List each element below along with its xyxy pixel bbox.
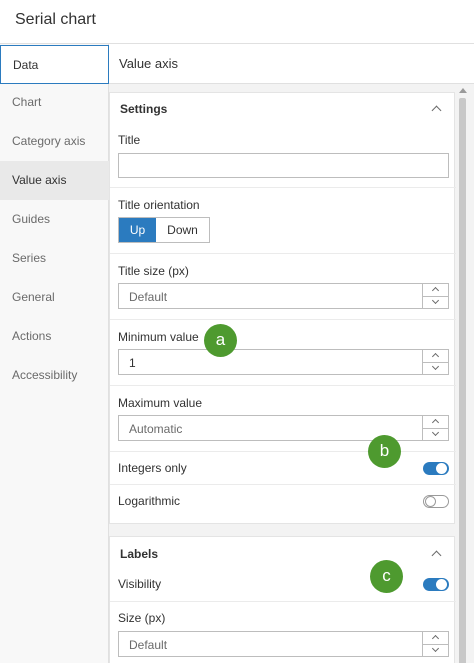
chevron-down-icon [431,644,440,653]
minimum-value: 1 [129,356,136,370]
chevron-down-icon [431,362,440,371]
size-stepper[interactable] [422,632,448,656]
title-orientation-toggle: Up Down [118,217,210,243]
callout-marker-a: a [204,324,237,357]
switch-knob [436,463,447,474]
orientation-up-button[interactable]: Up [119,218,156,242]
divider [110,385,456,386]
divider [110,484,456,485]
minimum-value-label: Minimum value [118,330,199,344]
visibility-switch[interactable] [423,578,449,591]
window-title: Serial chart [15,11,96,28]
logarithmic-switch[interactable] [423,495,449,508]
nav-item-data[interactable]: Data [0,45,109,84]
size-field[interactable]: Default [118,631,449,657]
orientation-down-button[interactable]: Down [156,218,209,242]
panel-title: Value axis [119,56,179,71]
title-size-label: Title size (px) [118,264,189,278]
nav-item-value-axis[interactable]: Value axis [0,161,109,200]
main-panel: Value axis Settings Title Title orientat… [109,44,474,663]
visibility-label: Visibility [118,577,162,591]
callout-marker-c: c [370,560,403,593]
maximum-value-placeholder: Automatic [129,422,183,436]
labels-card: Labels Visibility Size (px) Default [109,536,456,663]
decrement-button[interactable] [423,362,448,374]
maximum-value-field[interactable]: Automatic [118,415,449,441]
chevron-down-icon [431,296,440,305]
settings-card: Settings Title Title orientation Up Down… [109,92,456,524]
switch-knob [436,579,447,590]
collapse-chevron-icon[interactable] [431,550,442,561]
chevron-up-icon [431,352,440,361]
integers-only-label: Integers only [118,461,187,475]
decrement-button[interactable] [423,428,448,440]
title-input[interactable] [118,153,449,178]
increment-button[interactable] [423,350,448,362]
labels-card-title: Labels [120,547,159,561]
minimum-value-field[interactable]: 1 [118,349,449,375]
nav-item-series[interactable]: Series [0,239,109,278]
title-orientation-label: Title orientation [118,198,200,212]
scroll-up-icon[interactable] [459,88,467,93]
divider [110,253,456,254]
scrollbar-thumb[interactable] [459,98,466,663]
nav-item-category-axis[interactable]: Category axis [0,122,109,161]
collapse-chevron-icon[interactable] [431,105,442,116]
decrement-button[interactable] [423,644,448,656]
divider [110,187,456,188]
chevron-down-icon [431,428,440,437]
maximum-value-stepper[interactable] [422,416,448,440]
title-bar: Serial chart [0,0,474,44]
divider [110,451,456,452]
callout-marker-b: b [368,435,401,468]
scrollbar[interactable] [456,86,468,663]
increment-button[interactable] [423,284,448,296]
nav-item-general[interactable]: General [0,278,109,317]
divider [110,319,456,320]
chevron-up-icon [431,634,440,643]
title-size-stepper[interactable] [422,284,448,308]
size-label: Size (px) [118,611,166,625]
nav-item-chart[interactable]: Chart [0,83,109,122]
title-label: Title [118,133,141,147]
settings-card-title: Settings [120,102,168,116]
increment-button[interactable] [423,632,448,644]
decrement-button[interactable] [423,296,448,308]
chevron-up-icon [431,286,440,295]
nav-item-guides[interactable]: Guides [0,200,109,239]
switch-knob [425,496,436,507]
increment-button[interactable] [423,416,448,428]
maximum-value-label: Maximum value [118,396,203,410]
panel-header: Value axis [109,44,474,84]
integers-only-switch[interactable] [423,462,449,475]
divider [110,601,456,602]
size-placeholder: Default [129,638,168,652]
title-size-field[interactable]: Default [118,283,449,309]
sidebar-nav: Data Chart Category axis Value axis Guid… [0,44,109,663]
title-size-placeholder: Default [129,290,168,304]
logarithmic-label: Logarithmic [118,494,181,508]
minimum-value-stepper[interactable] [422,350,448,374]
nav-item-actions[interactable]: Actions [0,317,109,356]
nav-item-accessibility[interactable]: Accessibility [0,356,109,395]
chevron-up-icon [431,418,440,427]
